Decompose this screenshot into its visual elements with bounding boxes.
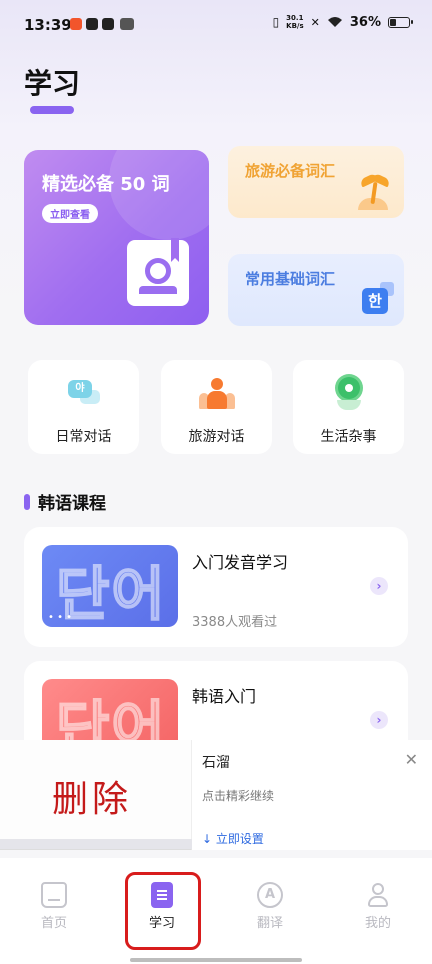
network-speed: 30.1 KB/s (286, 14, 303, 30)
quick-entry-daily-conversation[interactable]: 야 日常对话 (28, 360, 139, 454)
status-time: 13:39 (24, 16, 72, 34)
quick-entry-label: 生活杂事 (320, 429, 377, 445)
quick-entry-daily-life[interactable]: 生活杂事 (293, 360, 404, 454)
app-notification-icon (70, 18, 82, 30)
courses-section-header: 韩语课程 (24, 489, 106, 514)
battery-percent: 36% (349, 14, 381, 30)
user-icon (365, 882, 391, 908)
flower-core (345, 384, 353, 392)
course-card[interactable]: 단어 • • • 入门发音学习 3388人观看过 › (24, 527, 408, 647)
user-body (368, 896, 388, 907)
featured-50-words-card[interactable]: 精选必备 50 词 立即查看 (24, 150, 209, 325)
chevron-right-icon[interactable]: › (370, 577, 388, 595)
book-emblem-base (139, 286, 177, 294)
bottom-tab-bar: 首页 学习 A 翻译 我的 (0, 858, 432, 964)
course-thumbnail: 단어 • • • (42, 545, 178, 627)
sim-icon: ✕ (310, 15, 320, 29)
vibrate-icon: ▯ (272, 15, 280, 29)
network-speed-value: 30.1 (286, 14, 304, 22)
course-title: 韩语入门 (192, 687, 257, 706)
network-speed-unit: KB/s (286, 22, 304, 30)
book-emblem (145, 258, 171, 284)
section-marker (24, 493, 30, 510)
close-icon[interactable]: ✕ (405, 750, 418, 769)
home-indicator[interactable] (130, 958, 302, 962)
featured-card-title: 精选必备 50 词 (42, 174, 170, 195)
ad-image[interactable]: 删除 (0, 740, 192, 850)
link-app-icon (102, 18, 114, 30)
ad-description: 点击精彩继续 (202, 789, 275, 803)
hangul-icon: 한 (362, 288, 388, 314)
battery-level (390, 18, 396, 26)
status-bar: 13:39 ▯ 30.1 KB/s ✕ 36% (0, 0, 432, 50)
common-vocab-title: 常用基础词汇 (245, 270, 336, 288)
person-body (207, 391, 227, 409)
tab-home[interactable]: 首页 (19, 876, 89, 946)
home-icon (41, 882, 67, 908)
course-title: 入门发音学习 (192, 553, 289, 572)
study-tab-highlight (125, 872, 201, 950)
tab-me[interactable]: 我的 (343, 876, 413, 946)
thumbnail-text: 단어 (55, 559, 167, 627)
book-icon (127, 238, 189, 306)
common-vocab-card[interactable]: 常用基础词汇 한 (228, 254, 404, 326)
person-head (211, 378, 223, 390)
tab-label: 我的 (364, 916, 391, 931)
video-app-icon (86, 18, 98, 30)
ad-image-text: 删除 (52, 779, 133, 820)
app-icon (120, 18, 134, 30)
tab-label: 首页 (40, 916, 67, 931)
people-icon (199, 376, 235, 412)
ad-banner[interactable]: 删除 石溜 点击精彩继续 ↓ 立即设置 ✕ (0, 740, 432, 850)
book-ribbon (171, 238, 179, 262)
travel-vocab-card[interactable]: 旅游必备词汇 (228, 146, 404, 218)
quick-entry-travel-conversation[interactable]: 旅游对话 (161, 360, 272, 454)
ad-setup-link[interactable]: ↓ 立即设置 (202, 830, 264, 847)
chat-bubble-icon: 야 (66, 376, 102, 412)
tab-translate[interactable]: A 翻译 (235, 876, 305, 946)
title-underline (30, 106, 74, 114)
battery-icon (388, 16, 413, 28)
chevron-right-icon[interactable]: › (370, 711, 388, 729)
tab-label: 翻译 (256, 916, 283, 931)
flower-icon (331, 376, 367, 412)
chat-bubble-front: 야 (68, 380, 92, 398)
travel-vocab-title: 旅游必备词汇 (245, 162, 336, 180)
ad-name: 石溜 (202, 755, 230, 771)
course-views: 3388人观看过 (192, 615, 278, 630)
thumbnail-dots: • • • (48, 612, 73, 623)
quick-entry-label: 旅游对话 (188, 429, 245, 445)
flower-pot (337, 400, 361, 410)
wifi-icon (327, 17, 342, 27)
palm-tree-icon (356, 170, 392, 210)
courses-section-title: 韩语课程 (38, 494, 106, 514)
quick-entry-label: 日常对话 (55, 429, 112, 445)
translate-icon: A (257, 882, 283, 908)
page-title: 学习 (24, 67, 81, 100)
view-now-button[interactable]: 立即查看 (42, 204, 98, 223)
ad-image-strip (0, 839, 192, 849)
user-head (372, 883, 384, 895)
